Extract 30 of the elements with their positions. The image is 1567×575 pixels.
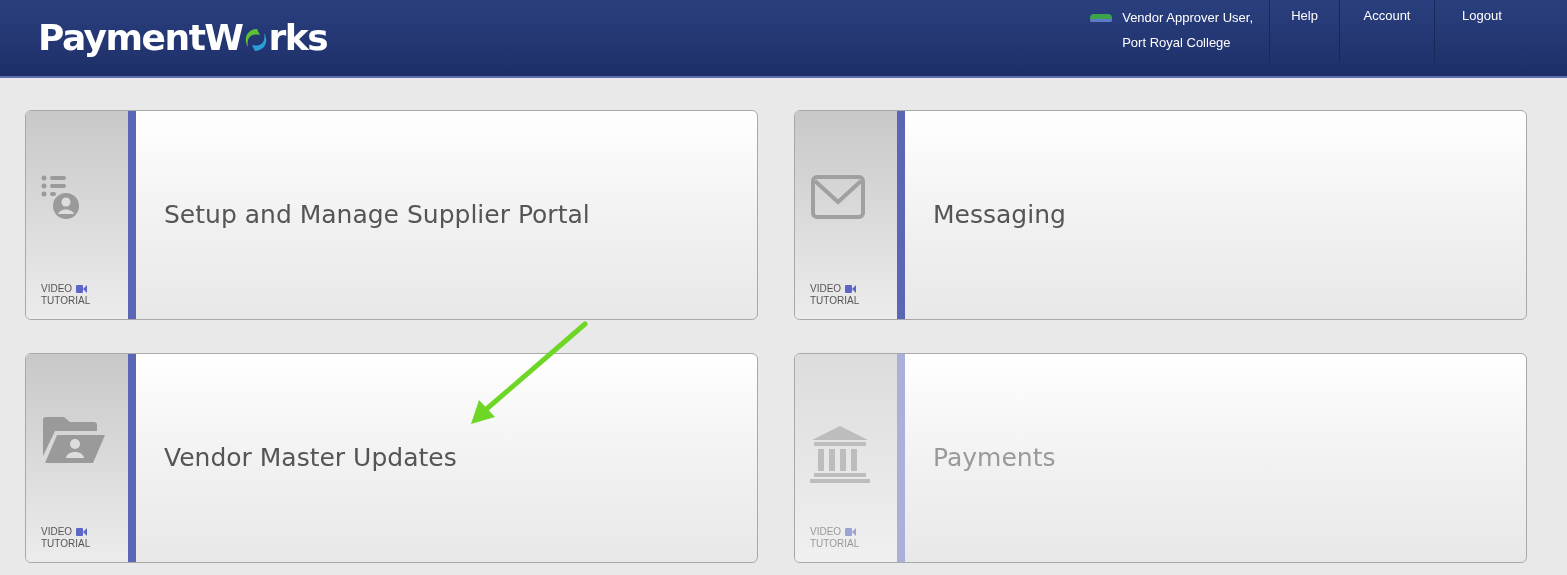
video-camera-icon bbox=[76, 285, 88, 293]
tile-card[interactable]: VIDEO TUTORIAL Messaging bbox=[794, 110, 1527, 320]
status-icon bbox=[1090, 14, 1113, 22]
folder-person-icon bbox=[41, 416, 107, 464]
tile-card[interactable]: VIDEO TUTORIAL Vendor Master Updates bbox=[25, 353, 758, 563]
nav-link[interactable]: Help bbox=[1269, 0, 1339, 62]
tutorial-label[interactable]: TUTORIAL bbox=[41, 538, 91, 550]
logo-text: PaymentW bbox=[38, 20, 243, 56]
tile-title: Messaging bbox=[932, 199, 1066, 232]
video-label[interactable]: VIDEO bbox=[41, 283, 73, 295]
bank-icon bbox=[810, 424, 870, 484]
tutorial-label[interactable]: TUTORIAL bbox=[41, 295, 91, 307]
tile-title: Payments bbox=[932, 442, 1056, 475]
logo[interactable]: PaymentW rks bbox=[38, 0, 328, 76]
video-label[interactable]: VIDEO bbox=[810, 283, 842, 295]
nav-link[interactable]: Account bbox=[1339, 0, 1434, 62]
video-label[interactable]: VIDEO bbox=[41, 526, 73, 538]
user-name: Vendor Approver User, bbox=[1122, 9, 1253, 27]
video-camera-icon bbox=[76, 528, 88, 536]
organization-name: Port Royal College bbox=[1122, 34, 1232, 52]
tile-title: Vendor Master Updates bbox=[163, 442, 457, 475]
video-camera-icon bbox=[845, 285, 857, 293]
tile-title: Setup and Manage Supplier Portal bbox=[163, 199, 590, 232]
logo-text: rks bbox=[268, 20, 328, 56]
nav-link[interactable]: Logout bbox=[1434, 0, 1529, 62]
envelope-icon bbox=[810, 174, 866, 220]
tile-card[interactable]: VIDEO TUTORIAL Setup and Manage Supplier Portal bbox=[25, 110, 758, 320]
video-camera-icon bbox=[845, 528, 857, 536]
list-person-icon bbox=[41, 174, 79, 220]
tutorial-label[interactable]: TUTORIAL bbox=[810, 295, 860, 307]
